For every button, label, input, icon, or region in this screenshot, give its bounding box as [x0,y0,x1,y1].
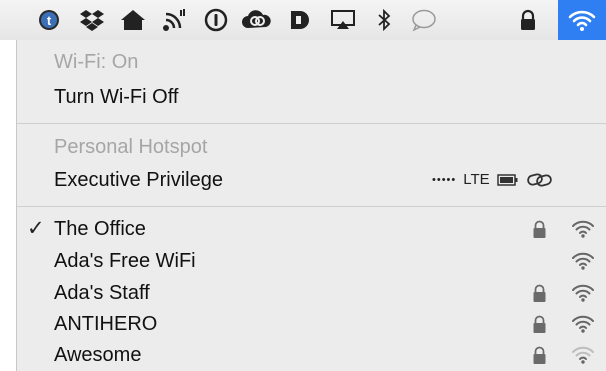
d-app-icon[interactable] [286,0,314,40]
lock-icon [533,346,546,364]
separator [17,206,606,207]
airplay-icon[interactable] [328,0,358,40]
home-icon[interactable] [118,0,148,40]
separator [17,123,606,124]
dropbox-icon[interactable] [78,0,106,40]
svg-text:t: t [47,13,52,28]
network-name: Ada's Staff [54,282,150,304]
creative-cloud-icon[interactable] [240,0,274,40]
tumblr-icon[interactable]: t [36,0,62,40]
turn-wifi-off-label: Turn Wi-Fi Off [54,86,179,108]
lock-icon[interactable] [516,0,540,40]
checkmark-icon: ✓ [27,217,45,240]
network-item[interactable]: Ada's Free WiFi [17,246,606,276]
wifi-signal-icon [572,252,594,270]
cellular-signal-dots: ••••• [432,174,457,186]
personal-hotspot-header: Personal Hotspot [17,132,606,162]
network-type-label: LTE [463,171,490,188]
battery-icon [496,174,518,186]
network-name: ANTIHERO [54,313,158,335]
network-item[interactable]: ✓ The Office [17,214,606,244]
network-item[interactable]: Awesome [17,340,606,370]
lock-icon [533,284,546,302]
hotspot-item[interactable]: Executive Privilege ••••• LTE [17,165,606,195]
wifi-icon[interactable] [558,0,606,40]
lock-icon [533,220,546,238]
lock-icon [533,315,546,333]
signal-icon[interactable] [160,0,190,40]
bluetooth-icon[interactable] [372,0,396,40]
wifi-menu: Wi-Fi: On Turn Wi-Fi Off Personal Hotspo… [16,40,606,371]
wifi-signal-icon [572,346,594,364]
turn-wifi-off-item[interactable]: Turn Wi-Fi Off [17,82,606,112]
link-icon [526,173,552,187]
network-name: Ada's Free WiFi [54,250,196,272]
wifi-signal-icon [572,284,594,302]
wifi-status-label: Wi-Fi: On [54,51,139,73]
network-item[interactable]: Ada's Staff [17,278,606,308]
menu-bar: t [0,0,606,41]
password-icon[interactable] [202,0,230,40]
network-name: The Office [54,218,146,240]
wifi-signal-icon [572,315,594,333]
hotspot-details: ••••• LTE [432,165,554,195]
wifi-status: Wi-Fi: On [17,47,606,77]
hotspot-name: Executive Privilege [54,169,223,191]
messages-icon[interactable] [408,0,440,40]
wifi-signal-icon [572,220,594,238]
network-name: Awesome [54,344,142,366]
personal-hotspot-label: Personal Hotspot [54,136,208,158]
desktop-background [0,40,16,371]
network-item[interactable]: ANTIHERO [17,309,606,339]
